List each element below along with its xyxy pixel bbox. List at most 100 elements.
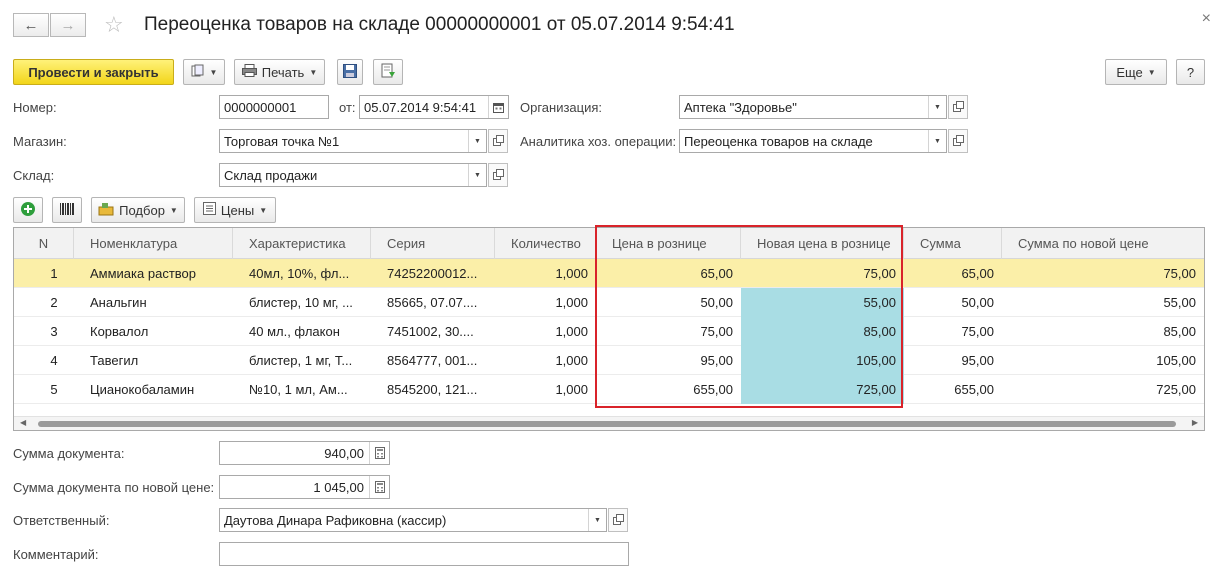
new-sum-cell: 105,00 bbox=[1156, 353, 1196, 368]
characteristic-cell[interactable]: блистер, 10 мг, ... bbox=[233, 288, 371, 317]
back-button[interactable]: ← bbox=[13, 13, 49, 37]
column-header-sum[interactable]: Сумма bbox=[904, 228, 1002, 259]
chevron-down-icon[interactable]: ▼ bbox=[588, 509, 606, 531]
quantity-cell[interactable]: 1,000 bbox=[495, 346, 596, 375]
new-retail-price-cell[interactable]: 75,00 bbox=[741, 259, 904, 288]
pick-label: Подбор bbox=[119, 202, 165, 218]
comment-label: Комментарий: bbox=[13, 547, 99, 562]
retail-price-cell[interactable]: 65,00 bbox=[596, 259, 741, 288]
comment-field[interactable] bbox=[219, 542, 629, 566]
price-list-icon bbox=[202, 202, 216, 218]
item-cell[interactable]: Тавегил bbox=[74, 346, 233, 375]
chevron-down-icon[interactable]: ▼ bbox=[928, 130, 946, 152]
date-field[interactable]: 05.07.2014 9:54:41 bbox=[359, 95, 509, 119]
column-header-n[interactable]: N bbox=[14, 228, 74, 259]
column-header-new-sum[interactable]: Сумма по новой цене bbox=[1002, 228, 1204, 259]
new-retail-price-cell[interactable]: 85,00 bbox=[741, 317, 904, 346]
series-cell[interactable]: 7451002, 30.... bbox=[371, 317, 495, 346]
favorite-star-icon[interactable]: ☆ bbox=[104, 12, 124, 38]
floppy-disk-icon bbox=[343, 63, 357, 81]
open-shop-button[interactable] bbox=[488, 129, 508, 153]
warehouse-field[interactable]: Склад продажи ▼ bbox=[219, 163, 487, 187]
quantity-cell[interactable]: 1,000 bbox=[495, 259, 596, 288]
calculator-icon[interactable] bbox=[369, 476, 389, 498]
more-label: Еще bbox=[1116, 64, 1143, 80]
characteristic-cell[interactable]: блистер, 1 мг, Т... bbox=[233, 346, 371, 375]
pick-button[interactable]: Подбор ▼ bbox=[91, 197, 185, 223]
doc-sum-new-value: 1 045,00 bbox=[313, 479, 364, 495]
responsible-field[interactable]: Даутова Динара Рафиковна (кассир) ▼ bbox=[219, 508, 607, 532]
table-row[interactable]: 3 Корвалол 40 мл., флакон 7451002, 30...… bbox=[14, 317, 1204, 346]
series-cell[interactable]: 8545200, 121... bbox=[371, 375, 495, 404]
quantity-cell[interactable]: 1,000 bbox=[495, 288, 596, 317]
save-button[interactable] bbox=[337, 59, 363, 85]
open-responsible-button[interactable] bbox=[608, 508, 628, 532]
column-header-new-retail-price[interactable]: Новая цена в рознице bbox=[741, 228, 904, 259]
open-analytics-button[interactable] bbox=[948, 129, 968, 153]
post-and-close-button[interactable]: Провести и закрыть bbox=[13, 59, 174, 85]
add-row-button[interactable] bbox=[13, 197, 43, 223]
open-window-icon bbox=[612, 513, 624, 528]
new-retail-price-cell[interactable]: 55,00 bbox=[741, 288, 904, 317]
column-header-item[interactable]: Номенклатура bbox=[74, 228, 233, 259]
prices-button[interactable]: Цены ▼ bbox=[194, 197, 276, 223]
retail-price-cell[interactable]: 95,00 bbox=[596, 346, 741, 375]
series-cell[interactable]: 85665, 07.07.... bbox=[371, 288, 495, 317]
doc-sum-label: Сумма документа: bbox=[13, 446, 125, 461]
scroll-right-icon[interactable]: ▶ bbox=[1192, 418, 1198, 427]
retail-price-cell[interactable]: 655,00 bbox=[596, 375, 741, 404]
item-cell[interactable]: Аммиака раствор bbox=[74, 259, 233, 288]
forward-button[interactable]: → bbox=[50, 13, 86, 37]
close-icon[interactable]: × bbox=[1202, 10, 1211, 28]
characteristic-cell[interactable]: №10, 1 мл, Ам... bbox=[233, 375, 371, 404]
barcode-button[interactable] bbox=[52, 197, 82, 223]
table-row[interactable]: 2 Анальгин блистер, 10 мг, ... 85665, 07… bbox=[14, 288, 1204, 317]
column-header-retail-price[interactable]: Цена в рознице bbox=[596, 228, 741, 259]
item-cell[interactable]: Корвалол bbox=[74, 317, 233, 346]
more-menu-button[interactable]: Еще ▼ bbox=[1105, 59, 1167, 85]
retail-price-cell[interactable]: 75,00 bbox=[596, 317, 741, 346]
column-header-series[interactable]: Серия bbox=[371, 228, 495, 259]
organization-value: Аптека "Здоровье" bbox=[684, 99, 797, 115]
number-field[interactable]: 0000000001 bbox=[219, 95, 329, 119]
calculator-icon[interactable] bbox=[369, 442, 389, 464]
column-header-characteristic[interactable]: Характеристика bbox=[233, 228, 371, 259]
new-retail-price-cell[interactable]: 105,00 bbox=[741, 346, 904, 375]
responsible-label: Ответственный: bbox=[13, 513, 110, 528]
print-label: Печать bbox=[261, 64, 305, 80]
series-cell[interactable]: 74252200012... bbox=[371, 259, 495, 288]
open-organization-button[interactable] bbox=[948, 95, 968, 119]
shop-field[interactable]: Торговая точка №1 ▼ bbox=[219, 129, 487, 153]
analytics-field[interactable]: Переоценка товаров на складе ▼ bbox=[679, 129, 947, 153]
item-cell[interactable]: Цианокобаламин bbox=[74, 375, 233, 404]
calendar-icon[interactable] bbox=[488, 96, 508, 118]
table-row[interactable]: 5 Цианокобаламин №10, 1 мл, Ам... 854520… bbox=[14, 375, 1204, 404]
chevron-down-icon[interactable]: ▼ bbox=[468, 164, 486, 186]
horizontal-scrollbar[interactable]: ◀ ▶ bbox=[14, 416, 1204, 430]
report-button[interactable] bbox=[373, 59, 403, 85]
print-button[interactable]: Печать ▼ bbox=[234, 59, 325, 85]
scroll-left-icon[interactable]: ◀ bbox=[20, 418, 26, 427]
chevron-down-icon: ▼ bbox=[1147, 67, 1156, 77]
responsible-value: Даутова Динара Рафиковна (кассир) bbox=[224, 512, 447, 528]
structure-menu-button[interactable]: ▼ bbox=[183, 59, 225, 85]
quantity-cell[interactable]: 1,000 bbox=[495, 317, 596, 346]
scrollbar-thumb[interactable] bbox=[38, 421, 1176, 427]
item-cell[interactable]: Анальгин bbox=[74, 288, 233, 317]
column-header-quantity[interactable]: Количество bbox=[495, 228, 596, 259]
open-warehouse-button[interactable] bbox=[488, 163, 508, 187]
chevron-down-icon[interactable]: ▼ bbox=[928, 96, 946, 118]
chevron-down-icon[interactable]: ▼ bbox=[468, 130, 486, 152]
retail-price-cell[interactable]: 50,00 bbox=[596, 288, 741, 317]
characteristic-cell[interactable]: 40мл, 10%, фл... bbox=[233, 259, 371, 288]
goods-table[interactable]: N Номенклатура Характеристика Серия Коли… bbox=[13, 227, 1205, 431]
help-button[interactable]: ? bbox=[1176, 59, 1205, 85]
series-cell[interactable]: 8564777, 001... bbox=[371, 346, 495, 375]
quantity-cell[interactable]: 1,000 bbox=[495, 375, 596, 404]
chevron-down-icon: ▼ bbox=[259, 205, 268, 215]
new-retail-price-cell[interactable]: 725,00 bbox=[741, 375, 904, 404]
organization-field[interactable]: Аптека "Здоровье" ▼ bbox=[679, 95, 947, 119]
table-row[interactable]: 1 Аммиака раствор 40мл, 10%, фл... 74252… bbox=[14, 259, 1204, 288]
table-row[interactable]: 4 Тавегил блистер, 1 мг, Т... 8564777, 0… bbox=[14, 346, 1204, 375]
characteristic-cell[interactable]: 40 мл., флакон bbox=[233, 317, 371, 346]
